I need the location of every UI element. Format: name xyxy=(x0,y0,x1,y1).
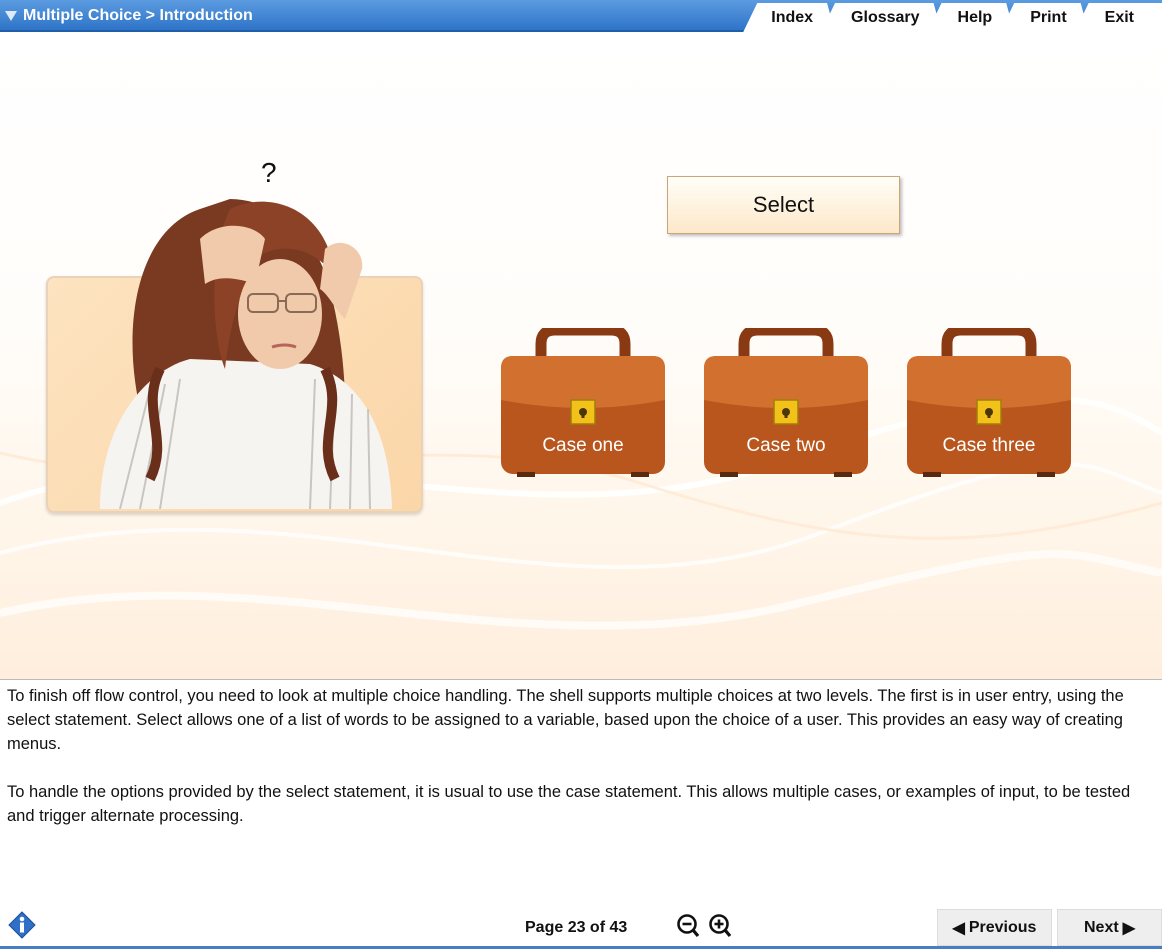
lock-icon xyxy=(976,399,1002,425)
paragraph: To finish off flow control, you need to … xyxy=(7,687,1124,753)
page-indicator: Page 23 of 43 xyxy=(525,919,628,936)
tab-glossary[interactable]: Glossary xyxy=(821,3,941,32)
case-one-button[interactable]: Case one xyxy=(499,324,667,478)
triangle-left-icon: ◀ xyxy=(952,919,965,937)
top-tabs: Index Glossary Help Print Exit xyxy=(757,3,1162,32)
triangle-right-icon: ▶ xyxy=(1122,919,1135,937)
tab-print[interactable]: Print xyxy=(1000,3,1088,32)
next-label: Next xyxy=(1084,918,1119,936)
illustration-stage: ? Select Case one Case two Case three xyxy=(0,33,1162,679)
breadcrumb-label: Multiple Choice > Introduction xyxy=(23,7,253,24)
case-two-label: Case two xyxy=(746,435,826,456)
previous-label: Previous xyxy=(968,918,1037,936)
footer-bar: Page 23 of 43 ◀ Previous Next ▶ xyxy=(0,905,1162,949)
lesson-text: To finish off flow control, you need to … xyxy=(7,684,1152,852)
divider xyxy=(0,679,1162,680)
confused-woman-image xyxy=(100,199,392,509)
tab-help[interactable]: Help xyxy=(928,3,1015,32)
breadcrumb[interactable]: Multiple Choice > Introduction xyxy=(5,7,253,25)
tab-index[interactable]: Index xyxy=(743,3,835,32)
zoom-out-icon[interactable] xyxy=(676,913,700,941)
case-three-button[interactable]: Case three xyxy=(905,324,1073,478)
case-one-label: Case one xyxy=(542,435,624,456)
top-bar: Multiple Choice > Introduction Index Glo… xyxy=(0,0,1162,32)
triangle-down-icon[interactable] xyxy=(5,11,17,21)
tab-exit[interactable]: Exit xyxy=(1074,3,1162,32)
next-button[interactable]: Next ▶ xyxy=(1057,909,1162,946)
info-icon[interactable] xyxy=(8,911,36,939)
case-three-label: Case three xyxy=(942,435,1036,456)
lock-icon xyxy=(570,399,596,425)
zoom-in-icon[interactable] xyxy=(708,913,732,941)
paragraph: To handle the options provided by the se… xyxy=(7,783,1131,825)
case-two-button[interactable]: Case two xyxy=(702,324,870,478)
lock-icon xyxy=(773,399,799,425)
select-button[interactable]: Select xyxy=(667,176,900,234)
previous-button[interactable]: ◀ Previous xyxy=(937,909,1052,946)
